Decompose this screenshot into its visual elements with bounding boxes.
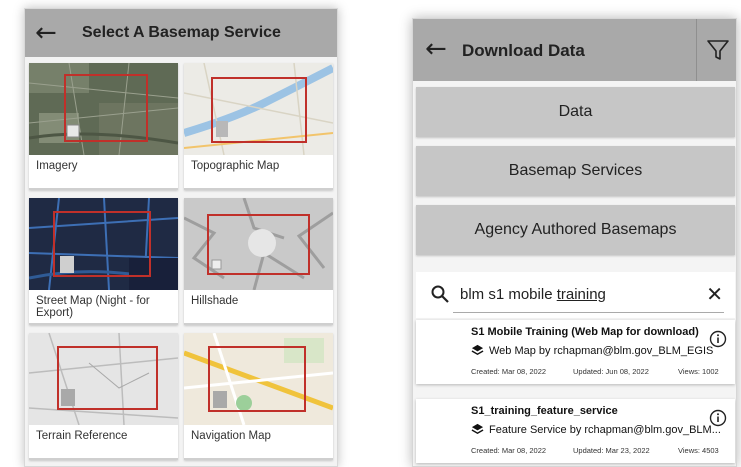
section-label: Basemap Services [508,162,643,179]
basemap-card-navigation[interactable]: Navigation Map [184,333,333,460]
page-title: Select A Basemap Service [82,24,281,41]
section-data-button[interactable]: Data [416,87,735,137]
result-title: S1_training_feature_service [471,405,618,417]
section-label: Data [558,103,593,120]
section-agency-basemaps-button[interactable]: Agency Authored Basemaps [416,205,735,255]
basemap-selector-screen: ← Select A Basemap Service Imagery Topog… [24,8,338,467]
search-result-item[interactable]: S1_training_feature_service Feature Serv… [416,399,735,463]
result-created-date: Created: Mar 08, 2022 [471,367,547,376]
result-type-line: Web Map by rchapman@blm.gov_BLM_EGIS [471,344,713,357]
basemap-card-label: Street Map (Night - for Export) [36,295,150,319]
basemap-card-label: Topographic Map [191,160,280,172]
basemap-card-terrain-reference[interactable]: Terrain Reference [29,333,178,460]
search-input[interactable]: blm s1 mobile training [460,286,606,303]
basemap-card-label: Navigation Map [191,430,271,442]
imagery-thumbnail [29,63,178,155]
terrain-reference-thumbnail [29,333,178,425]
section-basemap-services-button[interactable]: Basemap Services [416,146,735,196]
screenshot-stage: ← Select A Basemap Service Imagery Topog… [0,0,741,467]
close-icon[interactable]: ✕ [706,282,723,306]
hillshade-thumbnail [184,198,333,290]
search-icon [431,285,449,303]
result-type-line: Feature Service by rchapman@blm.gov_BLM.… [471,423,721,436]
basemap-grid: Imagery Topographic Map Street Map (Nigh… [29,63,335,460]
app-header: ← Select A Basemap Service [25,9,337,57]
arrow-left-icon[interactable]: ← [425,36,455,62]
layers-icon [471,344,484,356]
search-query-underlined-word: training [556,286,606,303]
page-title: Download Data [462,41,585,60]
arrow-left-icon[interactable]: ← [35,20,65,46]
result-updated-date: Updated: Jun 08, 2022 [573,367,649,376]
street-night-thumbnail [29,198,178,290]
search-query: blm s1 mobile [460,286,557,303]
navigation-thumbnail [184,333,333,425]
filter-button[interactable] [696,19,736,81]
basemap-card-topographic[interactable]: Topographic Map [184,63,333,190]
result-title: S1 Mobile Training (Web Map for download… [471,326,699,338]
result-created-date: Created: Mar 08, 2022 [471,446,547,455]
basemap-card-street-night[interactable]: Street Map (Night - for Export) [29,198,178,325]
info-icon[interactable] [709,330,727,348]
basemap-card-label: Terrain Reference [36,430,128,442]
result-type-text: Web Map by rchapman@blm.gov_BLM_EGIS [489,344,714,357]
topographic-thumbnail [184,63,333,155]
filter-icon [706,40,729,60]
download-data-screen: ← Download Data Data Basemap Services Ag… [412,18,737,467]
section-label: Agency Authored Basemaps [474,221,677,238]
app-header: ← Download Data [413,19,736,81]
basemap-card-label: Hillshade [191,295,239,307]
result-type-text: Feature Service by rchapman@blm.gov_BLM.… [489,423,721,436]
search-result-item[interactable]: S1 Mobile Training (Web Map for download… [416,320,735,384]
layers-icon [471,423,484,435]
result-updated-date: Updated: Mar 23, 2022 [573,446,650,455]
info-icon[interactable] [709,409,727,427]
basemap-card-hillshade[interactable]: Hillshade [184,198,333,325]
result-views-count: Views: 4503 [678,446,719,455]
basemap-card-label: Imagery [36,160,78,172]
result-views-count: Views: 1002 [678,367,719,376]
basemap-card-imagery[interactable]: Imagery [29,63,178,190]
search-underline [453,312,724,313]
